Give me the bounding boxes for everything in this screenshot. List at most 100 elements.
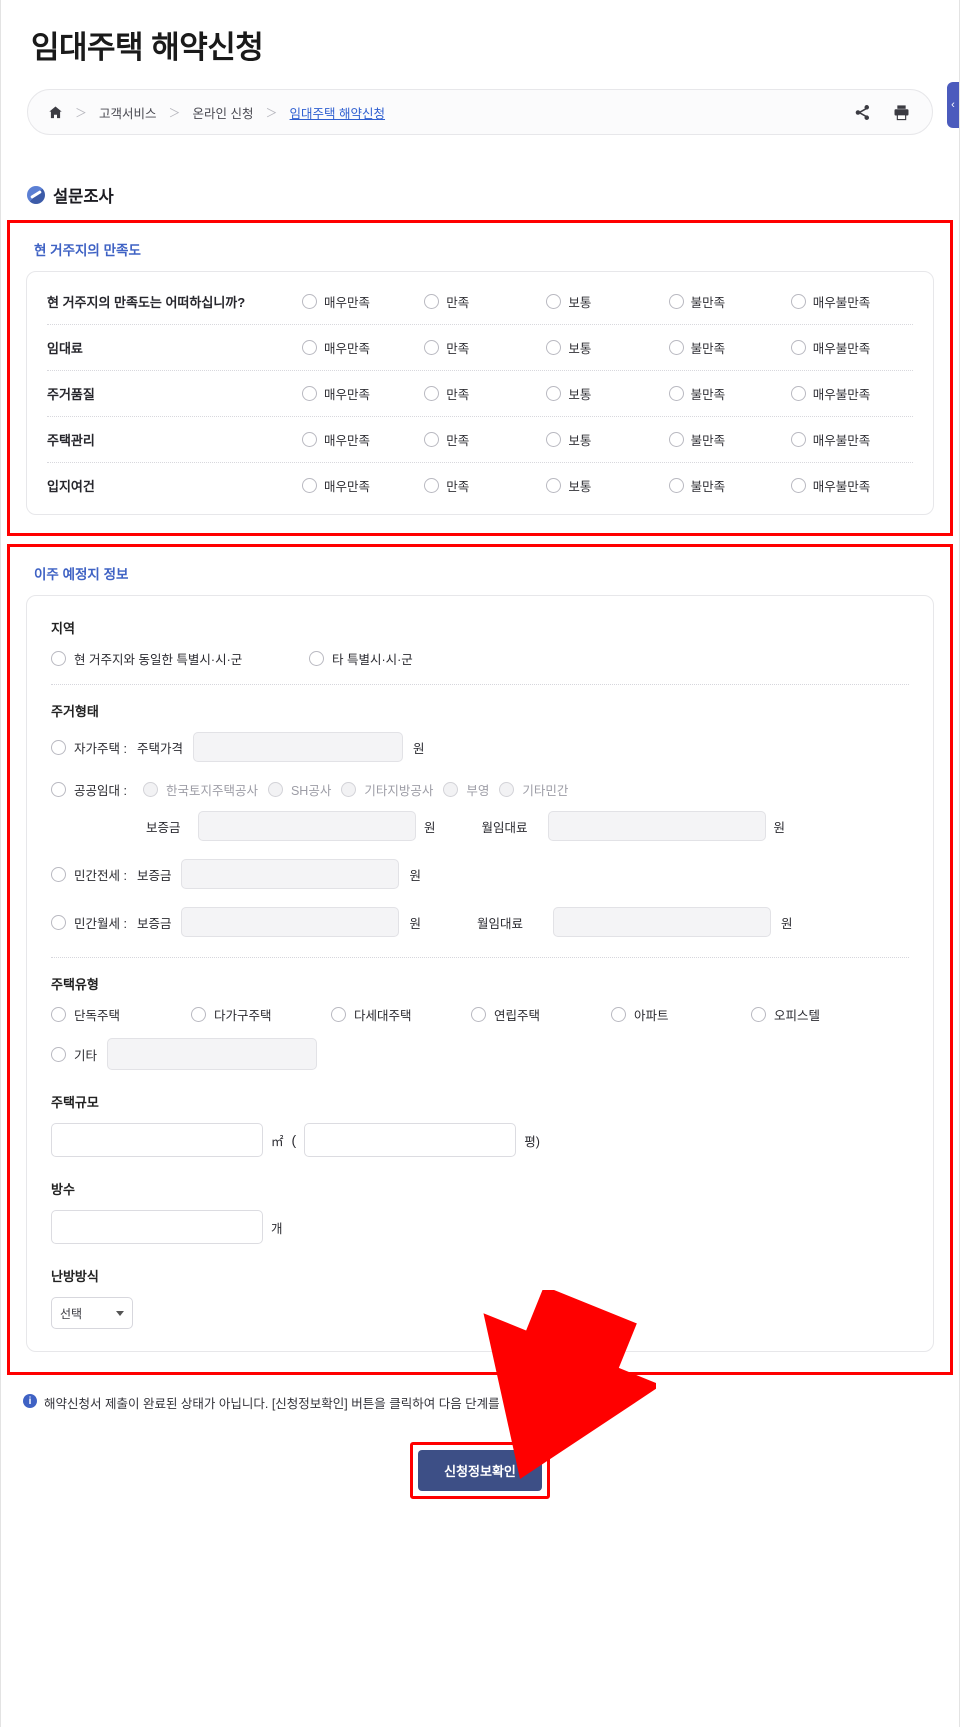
survey-option-4-4[interactable]: 매우불만족 bbox=[790, 476, 913, 495]
house-type-option-3[interactable]: 연립주택 bbox=[471, 1005, 611, 1024]
own-house-radio[interactable]: 자가주택 : bbox=[51, 738, 127, 757]
survey-option-0-2[interactable]: 보통 bbox=[546, 292, 668, 311]
radio-icon[interactable] bbox=[668, 478, 684, 493]
house-type-option-0[interactable]: 단독주택 bbox=[51, 1005, 191, 1024]
provider-option-2[interactable]: 기타지방공사 bbox=[341, 780, 433, 799]
radio-icon[interactable] bbox=[424, 478, 440, 493]
radio-icon[interactable] bbox=[424, 293, 440, 309]
radio-icon[interactable] bbox=[302, 478, 317, 493]
survey-option-2-2[interactable]: 보통 bbox=[546, 384, 668, 403]
jeonse-deposit-input[interactable] bbox=[181, 859, 400, 889]
breadcrumb-item-1[interactable]: 온라인 신청 bbox=[193, 103, 254, 122]
radio-icon[interactable] bbox=[51, 914, 66, 930]
jeonse-radio[interactable]: 민간전세 : bbox=[51, 865, 127, 884]
radio-icon[interactable] bbox=[471, 1007, 486, 1022]
house-size-sqm-input[interactable] bbox=[51, 1123, 263, 1157]
house-type-option-4[interactable]: 아파트 bbox=[611, 1005, 751, 1024]
radio-icon[interactable] bbox=[142, 782, 158, 797]
radio-icon[interactable] bbox=[751, 1007, 766, 1022]
radio-icon[interactable] bbox=[790, 386, 806, 401]
monthly-radio[interactable]: 민간월세 : bbox=[51, 913, 127, 932]
share-icon[interactable] bbox=[854, 104, 871, 121]
survey-option-4-3[interactable]: 불만족 bbox=[668, 476, 791, 495]
survey-option-3-1[interactable]: 만족 bbox=[424, 430, 546, 449]
survey-option-1-1[interactable]: 만족 bbox=[424, 338, 546, 357]
radio-icon[interactable] bbox=[51, 739, 66, 755]
survey-option-3-0[interactable]: 매우만족 bbox=[302, 430, 424, 449]
survey-option-3-4[interactable]: 매우불만족 bbox=[790, 430, 913, 449]
radio-icon[interactable] bbox=[302, 340, 317, 355]
house-type-option-6[interactable]: 기타 bbox=[51, 1045, 97, 1064]
radio-icon[interactable] bbox=[668, 432, 684, 447]
house-size-pyeong-input[interactable] bbox=[304, 1123, 517, 1157]
radio-icon[interactable] bbox=[51, 1007, 66, 1022]
region-option-0[interactable]: 현 거주지와 동일한 특별시·시·군 bbox=[51, 649, 309, 668]
radio-icon[interactable] bbox=[267, 782, 283, 797]
monthly-deposit-input[interactable] bbox=[181, 907, 400, 937]
side-panel-toggle[interactable]: ‹ bbox=[947, 82, 959, 128]
house-type-other-input[interactable] bbox=[107, 1038, 318, 1070]
survey-option-3-2[interactable]: 보통 bbox=[546, 430, 668, 449]
survey-option-1-0[interactable]: 매우만족 bbox=[302, 338, 424, 357]
survey-option-1-3[interactable]: 불만족 bbox=[668, 338, 791, 357]
radio-icon[interactable] bbox=[499, 782, 515, 797]
survey-option-3-3[interactable]: 불만족 bbox=[668, 430, 791, 449]
radio-icon[interactable] bbox=[302, 386, 317, 401]
provider-option-0[interactable]: 한국토지주택공사 bbox=[142, 780, 258, 799]
radio-icon[interactable] bbox=[331, 1007, 346, 1022]
radio-icon[interactable] bbox=[51, 782, 66, 797]
survey-option-0-1[interactable]: 만족 bbox=[424, 292, 546, 311]
survey-option-4-1[interactable]: 만족 bbox=[424, 476, 546, 495]
radio-icon[interactable] bbox=[302, 293, 317, 309]
provider-option-3[interactable]: 부영 bbox=[443, 780, 489, 799]
house-type-option-1[interactable]: 다가구주택 bbox=[191, 1005, 331, 1024]
radio-icon[interactable] bbox=[668, 293, 684, 309]
survey-option-0-3[interactable]: 불만족 bbox=[668, 292, 791, 311]
house-price-input[interactable] bbox=[192, 732, 403, 762]
breadcrumb-item-2[interactable]: 임대주택 해약신청 bbox=[290, 103, 385, 122]
radio-icon[interactable] bbox=[424, 432, 440, 447]
radio-icon[interactable] bbox=[611, 1007, 626, 1022]
public-deposit-input[interactable] bbox=[198, 811, 416, 841]
radio-icon[interactable] bbox=[546, 340, 562, 355]
radio-icon[interactable] bbox=[302, 432, 317, 447]
radio-icon[interactable] bbox=[51, 651, 66, 666]
radio-icon[interactable] bbox=[443, 782, 459, 797]
radio-icon[interactable] bbox=[790, 478, 806, 493]
radio-icon[interactable] bbox=[546, 386, 562, 401]
radio-icon[interactable] bbox=[790, 432, 806, 447]
confirm-application-button[interactable]: 신청정보확인 bbox=[418, 1450, 542, 1491]
radio-icon[interactable] bbox=[51, 1046, 66, 1062]
survey-option-1-4[interactable]: 매우불만족 bbox=[790, 338, 913, 357]
house-type-option-5[interactable]: 오피스텔 bbox=[751, 1005, 891, 1024]
home-icon[interactable] bbox=[48, 105, 63, 120]
survey-option-2-1[interactable]: 만족 bbox=[424, 384, 546, 403]
house-type-option-2[interactable]: 다세대주택 bbox=[331, 1005, 471, 1024]
print-icon[interactable] bbox=[893, 104, 910, 121]
radio-icon[interactable] bbox=[546, 478, 562, 493]
radio-icon[interactable] bbox=[546, 432, 562, 447]
radio-icon[interactable] bbox=[424, 386, 440, 401]
survey-option-1-2[interactable]: 보통 bbox=[546, 338, 668, 357]
monthly-rent-input[interactable] bbox=[552, 907, 771, 937]
radio-icon[interactable] bbox=[309, 651, 324, 666]
rooms-input[interactable] bbox=[51, 1210, 263, 1244]
breadcrumb-item-0[interactable]: 고객서비스 bbox=[99, 103, 157, 122]
survey-option-0-0[interactable]: 매우만족 bbox=[302, 292, 424, 311]
provider-option-1[interactable]: SH공사 bbox=[267, 780, 331, 799]
radio-icon[interactable] bbox=[51, 866, 66, 882]
survey-option-4-0[interactable]: 매우만족 bbox=[302, 476, 424, 495]
survey-option-0-4[interactable]: 매우불만족 bbox=[790, 292, 913, 311]
survey-option-2-0[interactable]: 매우만족 bbox=[302, 384, 424, 403]
region-option-1[interactable]: 타 특별시·시·군 bbox=[309, 649, 413, 668]
survey-option-2-4[interactable]: 매우불만족 bbox=[790, 384, 913, 403]
survey-option-2-3[interactable]: 불만족 bbox=[668, 384, 791, 403]
provider-option-4[interactable]: 기타민간 bbox=[499, 780, 568, 799]
radio-icon[interactable] bbox=[341, 782, 357, 797]
survey-option-4-2[interactable]: 보통 bbox=[546, 476, 668, 495]
radio-icon[interactable] bbox=[668, 386, 684, 401]
heating-select[interactable]: 선택 bbox=[51, 1297, 133, 1329]
radio-icon[interactable] bbox=[546, 293, 562, 309]
public-rental-radio[interactable]: 공공임대 : bbox=[51, 780, 127, 799]
radio-icon[interactable] bbox=[790, 293, 806, 309]
